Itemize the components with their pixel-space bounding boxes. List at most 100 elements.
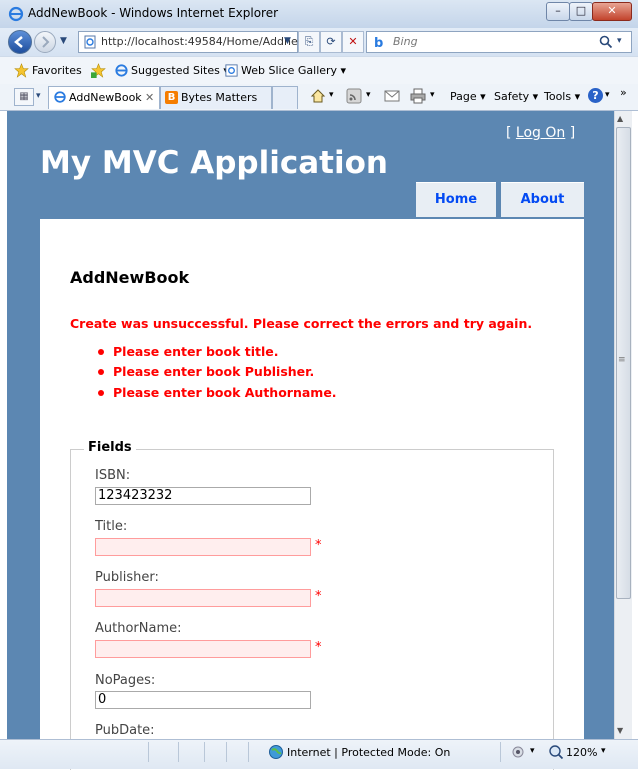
address-dropdown-icon[interactable]: ▼ xyxy=(284,36,291,46)
nopages-label: NoPages: xyxy=(95,673,156,688)
page-icon xyxy=(84,35,96,49)
compatibility-view-icon[interactable]: ⎘ xyxy=(298,31,320,53)
zoom-level[interactable]: 120% xyxy=(566,746,597,759)
nopages-input[interactable]: 0 xyxy=(95,691,311,709)
isbn-label: ISBN: xyxy=(95,468,131,483)
home-dropdown-icon[interactable]: ▾ xyxy=(329,90,334,100)
window-title: AddNewBook - Windows Internet Explorer xyxy=(28,6,279,20)
protected-dropdown-icon[interactable]: ▾ xyxy=(530,746,535,756)
favorites-button[interactable]: Favorites xyxy=(32,64,82,77)
scroll-grip-icon: ≡ xyxy=(618,355,626,365)
menu-about[interactable]: About xyxy=(501,182,584,217)
scroll-up-icon[interactable]: ▲ xyxy=(617,114,623,123)
security-zone-text: Internet | Protected Mode: On xyxy=(287,746,451,759)
tab-label: AddNewBook xyxy=(69,91,142,104)
forward-arrow-icon xyxy=(42,36,50,48)
help-dropdown-icon[interactable]: ▾ xyxy=(605,90,610,100)
url-text: http://localhost:49584/Home/Addnew xyxy=(101,35,307,48)
error-bullet xyxy=(98,349,104,355)
web-slice-icon xyxy=(225,64,238,77)
logon-bracket-open: [ xyxy=(506,125,512,141)
error-authorname: Please enter book Authorname. xyxy=(113,385,337,400)
authorname-label: AuthorName: xyxy=(95,621,182,636)
svg-text:b: b xyxy=(374,36,383,50)
search-box[interactable]: b Bing ▾ xyxy=(366,31,632,53)
scroll-down-icon[interactable]: ▼ xyxy=(617,726,623,735)
close-tab-icon[interactable]: ✕ xyxy=(145,87,154,109)
forward-button[interactable] xyxy=(34,31,56,53)
publisher-required-marker: * xyxy=(315,589,322,604)
isbn-input[interactable]: 123423232 xyxy=(95,487,311,505)
add-favorites-icon[interactable] xyxy=(91,63,106,78)
ie-page-icon xyxy=(115,64,128,77)
tab-list-dropdown-icon[interactable]: ▾ xyxy=(36,91,41,101)
error-bullet xyxy=(98,390,104,396)
logon-display: [ Log On ] xyxy=(506,125,575,141)
feeds-icon[interactable] xyxy=(346,88,362,104)
title-bar: AddNewBook - Windows Internet Explorer xyxy=(0,0,638,29)
status-divider xyxy=(148,742,149,762)
logon-link[interactable]: Log On xyxy=(516,125,565,141)
error-bullet xyxy=(98,369,104,375)
search-placeholder: Bing xyxy=(393,35,418,48)
more-commands-icon[interactable]: » xyxy=(620,86,627,99)
print-dropdown-icon[interactable]: ▾ xyxy=(430,90,435,100)
title-input[interactable] xyxy=(95,538,311,556)
back-arrow-icon xyxy=(14,36,23,48)
status-divider xyxy=(204,742,205,762)
refresh-icon[interactable]: ⟳ xyxy=(320,31,342,53)
pubdate-label: PubDate: xyxy=(95,723,155,738)
validation-summary: Create was unsuccessful. Please correct … xyxy=(70,316,533,331)
ie-logo-icon xyxy=(8,6,24,22)
mail-icon[interactable] xyxy=(384,88,400,104)
close-button[interactable]: ✕ xyxy=(592,2,632,21)
bing-logo-icon: b xyxy=(374,36,383,50)
authorname-required-marker: * xyxy=(315,640,322,655)
title-required-marker: * xyxy=(315,538,322,553)
search-icon[interactable] xyxy=(599,35,613,49)
authorname-input[interactable] xyxy=(95,640,311,658)
ie-tab-icon xyxy=(54,91,66,103)
status-divider xyxy=(500,742,501,762)
new-tab-button[interactable] xyxy=(272,86,298,109)
stop-icon[interactable]: ✕ xyxy=(342,31,364,53)
error-title: Please enter book title. xyxy=(113,344,279,359)
protected-mode-icon[interactable] xyxy=(510,744,526,760)
tab-bytes-matters[interactable]: B Bytes Matters xyxy=(160,86,272,109)
blogger-icon: B xyxy=(165,91,178,104)
zoom-dropdown-icon[interactable]: ▾ xyxy=(601,746,606,756)
help-icon[interactable]: ? xyxy=(588,88,603,103)
back-button[interactable] xyxy=(8,30,32,54)
address-bar[interactable]: http://localhost:49584/Home/Addnew xyxy=(78,31,307,53)
error-publisher: Please enter book Publisher. xyxy=(113,364,315,379)
suggested-sites-link[interactable]: Suggested Sites ▾ xyxy=(131,64,229,77)
publisher-label: Publisher: xyxy=(95,570,159,585)
publisher-input[interactable] xyxy=(95,589,311,607)
internet-zone-icon xyxy=(269,745,283,759)
print-icon[interactable] xyxy=(410,88,426,104)
logon-bracket-close: ] xyxy=(569,125,576,141)
status-divider xyxy=(248,742,249,762)
page-menu[interactable]: Page ▾ xyxy=(450,90,486,103)
quick-tabs-icon[interactable]: ▦ xyxy=(14,88,34,106)
tools-menu[interactable]: Tools ▾ xyxy=(544,90,580,103)
history-dropdown-icon[interactable]: ▼ xyxy=(60,36,67,46)
app-title: My MVC Application xyxy=(40,145,388,181)
tab-label: Bytes Matters xyxy=(181,91,258,104)
menu-home[interactable]: Home xyxy=(416,182,496,217)
tab-addnewbook[interactable]: AddNewBook ✕ xyxy=(48,86,160,109)
zoom-icon[interactable] xyxy=(548,744,564,760)
page-heading: AddNewBook xyxy=(70,268,190,287)
web-slice-gallery-link[interactable]: Web Slice Gallery ▾ xyxy=(241,64,346,77)
fields-legend: Fields xyxy=(84,440,136,455)
safety-menu[interactable]: Safety ▾ xyxy=(494,90,538,103)
status-divider xyxy=(178,742,179,762)
title-label: Title: xyxy=(95,519,128,534)
search-dropdown-icon[interactable]: ▾ xyxy=(617,36,622,46)
feeds-dropdown-icon[interactable]: ▾ xyxy=(366,90,371,100)
favorites-star-icon xyxy=(14,63,29,78)
minimize-button[interactable]: – xyxy=(546,2,570,21)
home-icon[interactable] xyxy=(310,88,326,104)
status-divider xyxy=(226,742,227,762)
maximize-button[interactable]: □ xyxy=(569,2,593,21)
